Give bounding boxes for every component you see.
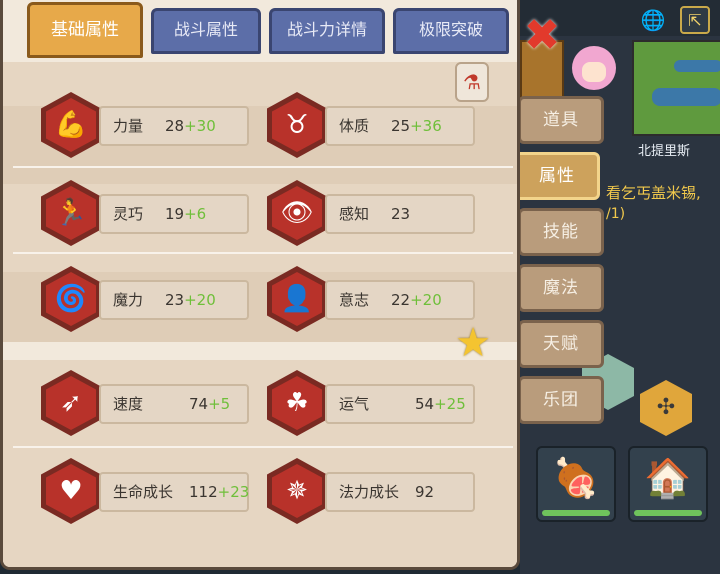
stat-base-value: 54 [415, 395, 435, 413]
stat-bonus-value: +5 [208, 395, 231, 413]
side-tab-items[interactable]: 道具 [518, 96, 604, 144]
tab-label: 基础属性 [51, 20, 119, 40]
stat-base-value: 74 [189, 395, 209, 413]
stat-label: 生命成长 [113, 483, 174, 501]
food-gauge [542, 510, 610, 516]
sleep-house-icon: 🏠 [644, 456, 692, 500]
side-tab-label: 魔法 [543, 278, 579, 298]
tab-limit-break[interactable]: 极限突破 [393, 8, 509, 54]
stat-label: 力量 [113, 117, 144, 135]
row-divider [13, 166, 513, 168]
tab-combat-attributes[interactable]: 战斗属性 [151, 8, 261, 54]
exit-icon[interactable]: ⇱ [680, 6, 710, 34]
side-tab-talents[interactable]: 天赋 [518, 320, 604, 368]
tab-label: 战斗属性 [173, 20, 238, 39]
side-tab-skills[interactable]: 技能 [518, 208, 604, 256]
tab-combat-power-details[interactable]: 战斗力详情 [269, 8, 385, 54]
side-tab-label: 属性 [539, 166, 575, 186]
stat-base-value: 112 [189, 483, 218, 501]
tab-label: 战斗力详情 [286, 20, 367, 39]
stat-bonus-value: +36 [410, 117, 442, 135]
stat-label: 速度 [113, 395, 144, 413]
stat-field: 速度 74+5 [99, 384, 249, 424]
stat-base-value: 22 [391, 291, 411, 309]
stat-bonus-value: +20 [184, 291, 216, 309]
stat-base-value: 28 [165, 117, 185, 135]
stat-label: 运气 [339, 395, 370, 413]
stat-base-value: 19 [165, 205, 185, 223]
meat-icon: 🍖 [552, 456, 600, 500]
globe-network-icon[interactable]: 🌐 [638, 6, 668, 34]
star-icon[interactable]: ★ [453, 320, 493, 370]
food-slot[interactable]: 🍖 [536, 446, 616, 522]
side-tab-label: 乐团 [543, 390, 579, 410]
stat-field: 感知 23 [325, 194, 475, 234]
row-divider [13, 252, 513, 254]
tab-basic-attributes[interactable]: 基础属性 [27, 2, 143, 58]
potion-icon[interactable]: ⚗ [455, 62, 489, 102]
stat-bonus-value: +23 [217, 483, 250, 501]
npc-character [564, 40, 626, 100]
side-tab-label: 技能 [543, 222, 579, 242]
minimap[interactable] [632, 40, 720, 136]
stat-field: 生命成长 112+23 [99, 472, 249, 512]
stat-label: 魔力 [113, 291, 144, 309]
stat-field: 灵巧 19+6 [99, 194, 249, 234]
stat-bonus-value: +30 [184, 117, 216, 135]
side-tab-label: 天赋 [543, 334, 579, 354]
stat-label: 体质 [339, 117, 370, 135]
rest-gauge [634, 510, 702, 516]
attributes-panel: 基础属性 战斗属性 战斗力详情 极限突破 ⚗ ★ 💪 力量 28+30 ♉ 体质… [0, 0, 520, 570]
rest-slot[interactable]: 🏠 [628, 446, 708, 522]
stat-base-value: 23 [165, 291, 185, 309]
close-icon[interactable]: ✖ [522, 14, 562, 58]
stat-field: 意志 22+20 [325, 280, 475, 320]
quest-tracker-progress: /1) [606, 206, 626, 222]
stat-bonus-value: +6 [184, 205, 207, 223]
stat-label: 灵巧 [113, 205, 144, 223]
section-gap [3, 342, 517, 360]
side-tab-label: 道具 [543, 110, 579, 130]
stat-label: 法力成长 [339, 483, 400, 501]
stat-bonus-value: +25 [434, 395, 466, 413]
side-tab-band[interactable]: 乐团 [518, 376, 604, 424]
stat-label: 感知 [339, 205, 370, 223]
side-tab-magic[interactable]: 魔法 [518, 264, 604, 312]
side-tab-attributes[interactable]: 属性 [505, 152, 600, 200]
stat-base-value: 92 [415, 483, 435, 501]
stat-field: 体质 25+36 [325, 106, 475, 146]
stat-field: 魔力 23+20 [99, 280, 249, 320]
stat-field: 力量 28+30 [99, 106, 249, 146]
stat-base-value: 23 [391, 205, 411, 223]
stat-label: 意志 [339, 291, 370, 309]
row-divider [13, 446, 513, 448]
stat-field: 运气 54+25 [325, 384, 475, 424]
stat-base-value: 25 [391, 117, 411, 135]
quest-tracker-text[interactable]: 看乞丐盖米锡, [606, 182, 701, 203]
stat-bonus-value: +20 [410, 291, 442, 309]
stat-field: 法力成长 92 [325, 472, 475, 512]
tab-label: 极限突破 [418, 20, 483, 39]
minimap-region-label: 北提里斯 [638, 144, 691, 159]
